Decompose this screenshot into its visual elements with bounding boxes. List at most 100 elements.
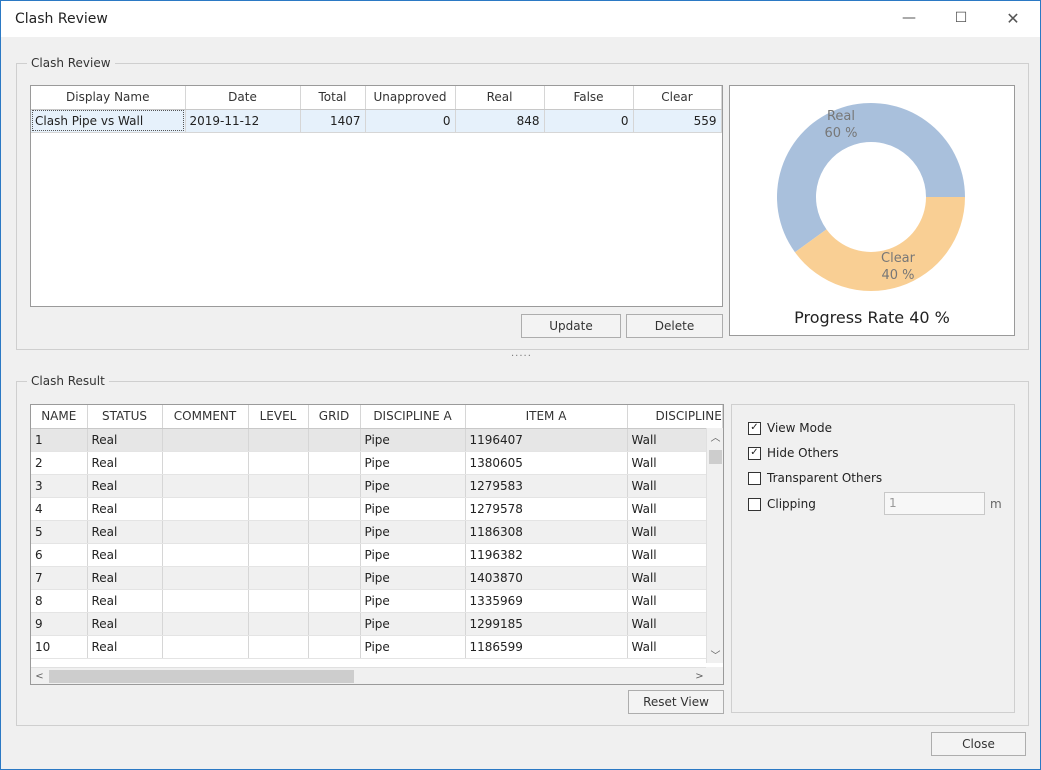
- result-row[interactable]: 3 Real Pipe 1279583 Wall: [31, 474, 723, 498]
- result-row[interactable]: 1 Real Pipe 1196407 Wall: [31, 428, 723, 452]
- result-cell-grid[interactable]: [308, 612, 361, 636]
- vertical-scroll-thumb[interactable]: [709, 450, 722, 464]
- transparent-others-checkbox[interactable]: [748, 471, 761, 485]
- scroll-up-arrow-icon[interactable]: ︿: [707, 428, 723, 445]
- column-header-clear[interactable]: Clear: [633, 86, 722, 110]
- review-cell-clear[interactable]: 559: [633, 109, 722, 133]
- result-cell-name[interactable]: 1: [31, 428, 88, 452]
- result-vertical-scrollbar[interactable]: ︿ ﹀: [706, 428, 723, 663]
- result-cell-status[interactable]: Real: [87, 497, 163, 521]
- result-cell-item-a[interactable]: 1335969: [465, 589, 628, 613]
- result-cell-item-a[interactable]: 1196382: [465, 543, 628, 567]
- result-cell-item-a[interactable]: 1186599: [465, 635, 628, 659]
- maximize-button[interactable]: ☐: [938, 1, 984, 35]
- review-grid[interactable]: Display Name Date Total Unapproved Real …: [30, 85, 723, 307]
- result-cell-comment[interactable]: [162, 428, 249, 452]
- column-header-grid[interactable]: GRID: [308, 405, 361, 429]
- result-cell-discipline-a[interactable]: Pipe: [360, 589, 466, 613]
- update-button[interactable]: Update: [521, 314, 621, 338]
- review-cell-date[interactable]: 2019-11-12: [185, 109, 301, 133]
- close-window-button[interactable]: ✕: [990, 1, 1036, 35]
- reset-view-button[interactable]: Reset View: [628, 690, 724, 714]
- result-cell-item-a[interactable]: 1196407: [465, 428, 628, 452]
- clipping-checkbox[interactable]: [748, 497, 761, 511]
- result-cell-name[interactable]: 5: [31, 520, 88, 544]
- delete-button[interactable]: Delete: [626, 314, 723, 338]
- result-cell-comment[interactable]: [162, 451, 249, 475]
- column-header-discipline-b[interactable]: DISCIPLINE: [627, 405, 723, 429]
- result-cell-discipline-a[interactable]: Pipe: [360, 520, 466, 544]
- result-row[interactable]: 8 Real Pipe 1335969 Wall: [31, 589, 723, 613]
- result-cell-level[interactable]: [248, 635, 309, 659]
- result-cell-grid[interactable]: [308, 566, 361, 590]
- result-cell-status[interactable]: Real: [87, 635, 163, 659]
- result-cell-level[interactable]: [248, 543, 309, 567]
- result-cell-level[interactable]: [248, 428, 309, 452]
- splitter-grip[interactable]: ·····: [511, 351, 532, 362]
- column-header-comment[interactable]: COMMENT: [162, 405, 249, 429]
- column-header-level[interactable]: LEVEL: [248, 405, 309, 429]
- view-mode-checkbox[interactable]: ✓: [748, 421, 761, 435]
- column-header-name[interactable]: NAME: [31, 405, 88, 429]
- clipping-value-input[interactable]: 1: [884, 492, 985, 515]
- result-cell-level[interactable]: [248, 474, 309, 498]
- result-cell-name[interactable]: 4: [31, 497, 88, 521]
- column-header-display-name[interactable]: Display Name: [31, 86, 186, 110]
- result-cell-item-a[interactable]: 1380605: [465, 451, 628, 475]
- result-grid[interactable]: NAME STATUS COMMENT LEVEL GRID DISCIPLIN…: [30, 404, 724, 685]
- hide-others-checkbox[interactable]: ✓: [748, 446, 761, 460]
- view-mode-option[interactable]: ✓ View Mode: [748, 421, 832, 435]
- result-row[interactable]: 9 Real Pipe 1299185 Wall: [31, 612, 723, 636]
- column-header-item-a[interactable]: ITEM A: [465, 405, 628, 429]
- view-mode-label[interactable]: View Mode: [767, 421, 832, 435]
- review-cell-total[interactable]: 1407: [300, 109, 366, 133]
- result-cell-comment[interactable]: [162, 520, 249, 544]
- result-cell-level[interactable]: [248, 451, 309, 475]
- result-row[interactable]: 2 Real Pipe 1380605 Wall: [31, 451, 723, 475]
- result-cell-grid[interactable]: [308, 474, 361, 498]
- result-cell-status[interactable]: Real: [87, 566, 163, 590]
- result-cell-item-a[interactable]: 1279583: [465, 474, 628, 498]
- result-cell-status[interactable]: Real: [87, 428, 163, 452]
- result-cell-comment[interactable]: [162, 497, 249, 521]
- result-cell-name[interactable]: 8: [31, 589, 88, 613]
- scroll-left-arrow-icon[interactable]: <: [31, 668, 48, 684]
- result-cell-comment[interactable]: [162, 566, 249, 590]
- result-cell-discipline-a[interactable]: Pipe: [360, 566, 466, 590]
- result-cell-level[interactable]: [248, 520, 309, 544]
- scroll-down-arrow-icon[interactable]: ﹀: [707, 646, 723, 663]
- clipping-label[interactable]: Clipping: [767, 497, 816, 511]
- result-horizontal-scrollbar[interactable]: < >: [31, 667, 723, 684]
- column-header-discipline-a[interactable]: DISCIPLINE A: [360, 405, 466, 429]
- column-header-unapproved[interactable]: Unapproved: [365, 86, 456, 110]
- result-cell-comment[interactable]: [162, 612, 249, 636]
- column-header-date[interactable]: Date: [185, 86, 301, 110]
- horizontal-scroll-thumb[interactable]: [49, 670, 354, 683]
- result-cell-level[interactable]: [248, 612, 309, 636]
- result-cell-grid[interactable]: [308, 428, 361, 452]
- result-row[interactable]: 5 Real Pipe 1186308 Wall: [31, 520, 723, 544]
- result-row[interactable]: 7 Real Pipe 1403870 Wall: [31, 566, 723, 590]
- result-cell-name[interactable]: 10: [31, 635, 88, 659]
- column-header-real[interactable]: Real: [455, 86, 545, 110]
- result-cell-comment[interactable]: [162, 589, 249, 613]
- review-cell-display-name[interactable]: Clash Pipe vs Wall: [31, 109, 186, 133]
- column-header-total[interactable]: Total: [300, 86, 366, 110]
- result-cell-status[interactable]: Real: [87, 589, 163, 613]
- result-cell-status[interactable]: Real: [87, 543, 163, 567]
- minimize-button[interactable]: —: [886, 1, 932, 35]
- result-row[interactable]: 6 Real Pipe 1196382 Wall: [31, 543, 723, 567]
- result-cell-name[interactable]: 9: [31, 612, 88, 636]
- result-cell-discipline-a[interactable]: Pipe: [360, 428, 466, 452]
- review-row[interactable]: Clash Pipe vs Wall 2019-11-12 1407 0 848…: [31, 109, 722, 133]
- hide-others-label[interactable]: Hide Others: [767, 446, 839, 460]
- result-cell-status[interactable]: Real: [87, 474, 163, 498]
- review-cell-unapproved[interactable]: 0: [365, 109, 456, 133]
- result-cell-level[interactable]: [248, 566, 309, 590]
- result-cell-grid[interactable]: [308, 520, 361, 544]
- review-cell-false[interactable]: 0: [544, 109, 634, 133]
- result-cell-comment[interactable]: [162, 543, 249, 567]
- result-cell-level[interactable]: [248, 497, 309, 521]
- column-header-false[interactable]: False: [544, 86, 634, 110]
- result-cell-discipline-a[interactable]: Pipe: [360, 635, 466, 659]
